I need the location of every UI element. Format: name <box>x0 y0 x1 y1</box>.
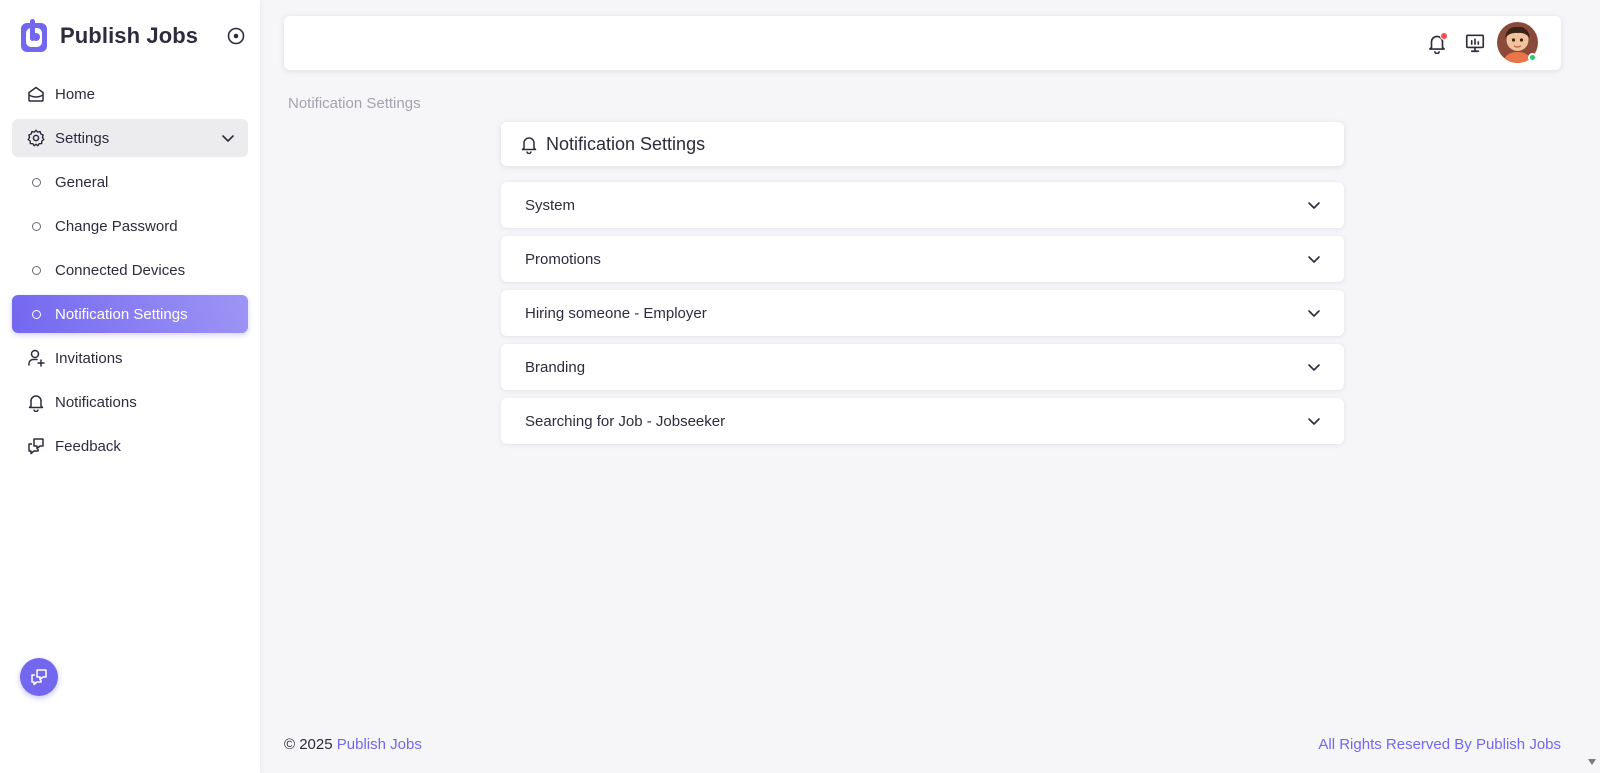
brand-name: Publish Jobs <box>60 23 199 48</box>
sidebar-item-notification-settings[interactable]: Notification Settings <box>12 295 248 333</box>
chat-support-button[interactable] <box>20 658 58 696</box>
sidebar-item-feedback[interactable]: Feedback <box>12 427 248 465</box>
chevron-down-icon <box>1308 202 1320 209</box>
bullet-icon <box>25 259 47 281</box>
sidebar-item-label: Home <box>55 85 96 103</box>
sidebar-item-change-password[interactable]: Change Password <box>12 207 248 245</box>
sidebar-nav: Home Settings General Change Password Co… <box>12 75 248 471</box>
online-status-dot <box>1528 53 1537 62</box>
user-plus-icon <box>25 347 47 369</box>
sidebar-item-label: Connected Devices <box>55 261 186 279</box>
accordion-label: System <box>525 196 576 214</box>
page-title: Notification Settings <box>546 133 706 154</box>
bullet-icon <box>25 171 47 193</box>
home-icon <box>25 83 47 105</box>
accordion-promotions[interactable]: Promotions <box>501 236 1344 282</box>
sidebar-item-invitations[interactable]: Invitations <box>12 339 248 377</box>
publish-jobs-logo <box>21 19 47 52</box>
accordion-label: Promotions <box>525 250 601 268</box>
bullet-icon <box>25 215 47 237</box>
chat-icon <box>31 669 47 686</box>
collapse-sidebar-icon[interactable] <box>226 26 246 46</box>
scroll-down-arrow-icon[interactable] <box>1587 758 1597 766</box>
notification-badge-dot <box>1440 32 1448 40</box>
accordion-jobseeker[interactable]: Searching for Job - Jobseeker <box>501 398 1344 444</box>
accordion-hiring-employer[interactable]: Hiring someone - Employer <box>501 290 1344 336</box>
feedback-icon <box>25 435 47 457</box>
accordion-label: Hiring someone - Employer <box>525 304 707 322</box>
chevron-down-icon <box>1308 364 1320 371</box>
sidebar-item-settings[interactable]: Settings <box>12 119 248 157</box>
sidebar-item-notifications[interactable]: Notifications <box>12 383 248 421</box>
sidebar-item-connected-devices[interactable]: Connected Devices <box>12 251 248 289</box>
sidebar-item-general[interactable]: General <box>12 163 248 201</box>
bell-icon <box>521 137 537 154</box>
footer-brand-link[interactable]: Publish Jobs <box>337 736 422 753</box>
accordion-label: Branding <box>525 358 586 376</box>
topbar <box>284 16 1561 70</box>
accordion-label: Searching for Job - Jobseeker <box>525 412 726 430</box>
sidebar-item-label: Notifications <box>55 393 137 411</box>
sidebar-item-label: General <box>55 173 109 191</box>
chevron-down-icon <box>1308 418 1320 425</box>
accordion-branding[interactable]: Branding <box>501 344 1344 390</box>
sidebar-item-home[interactable]: Home <box>12 75 248 113</box>
chevron-down-icon <box>222 135 234 142</box>
copyright-text: © 2025 <box>284 736 337 753</box>
sidebar-item-label: Settings <box>55 129 110 147</box>
accordion-system[interactable]: System <box>501 182 1344 228</box>
sidebar: Publish Jobs Home Settings General Chang… <box>0 0 260 773</box>
chevron-down-icon <box>1308 310 1320 317</box>
gear-icon <box>25 127 47 149</box>
footer-copyright: © 2025 Publish Jobs <box>284 736 422 753</box>
sidebar-item-label: Invitations <box>55 349 123 367</box>
breadcrumb: Notification Settings <box>288 95 421 112</box>
page-title-card: Notification Settings <box>501 122 1344 166</box>
footer-rights: All Rights Reserved By Publish Jobs <box>1318 736 1561 753</box>
sidebar-item-label: Feedback <box>55 437 121 455</box>
bell-icon <box>25 391 47 413</box>
bullet-icon <box>25 303 47 325</box>
sidebar-item-label: Change Password <box>55 217 178 235</box>
sidebar-item-label: Notification Settings <box>55 305 188 323</box>
chevron-down-icon <box>1308 256 1320 263</box>
brand[interactable]: Publish Jobs <box>20 18 198 54</box>
presentation-icon[interactable] <box>1464 32 1486 54</box>
